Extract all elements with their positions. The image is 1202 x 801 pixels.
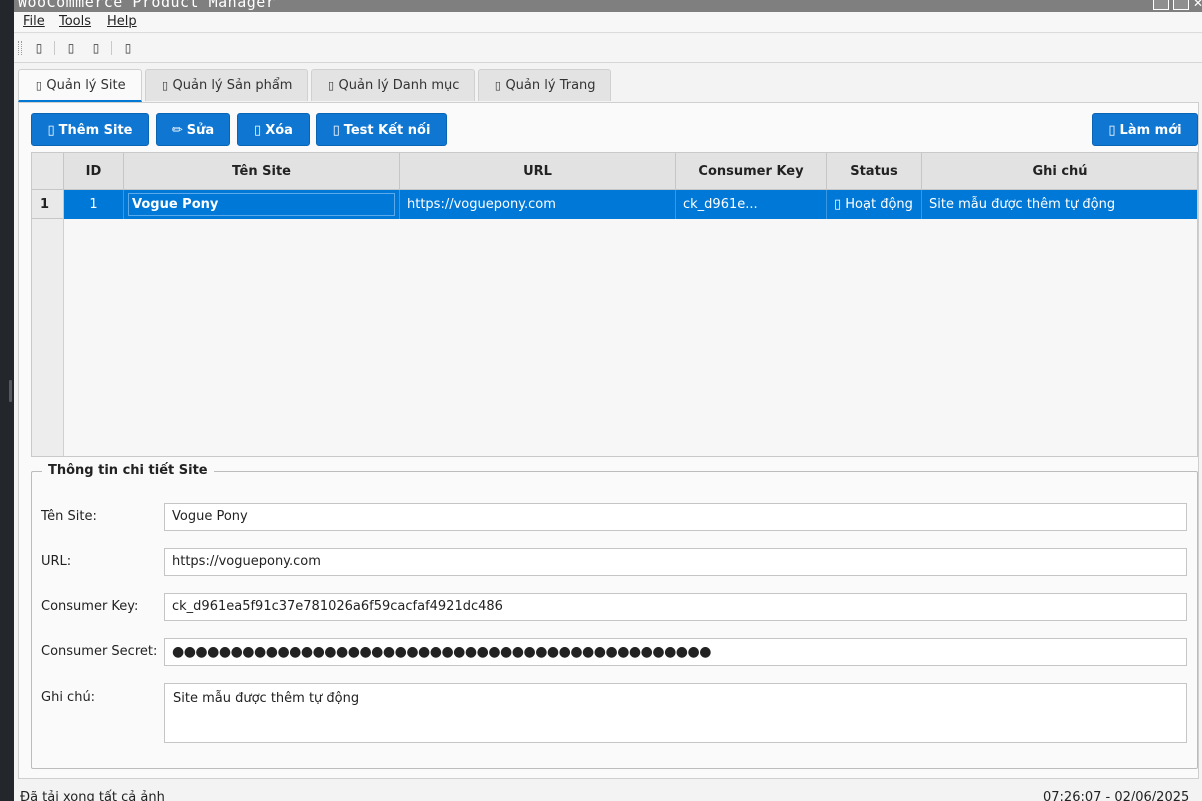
tab-label: Quản lý Trang xyxy=(505,78,596,93)
test-connection-button[interactable]: ▯ Test Kết nối xyxy=(316,113,447,146)
site-management-panel: ▯ Thêm Site ✏ Sửa ▯ Xóa ▯ Test Kết nối ▯ Làm … xyxy=(18,102,1199,779)
consumer-secret-field[interactable]: ●●●●●●●●●●●●●●●●●●●●●●●●●●●●●●●●●●●●●●●●… xyxy=(164,638,1187,666)
pencil-icon: ✏ xyxy=(171,123,183,138)
save-icon[interactable]: ▯ xyxy=(88,39,104,57)
toolbar-separator xyxy=(111,41,112,55)
settings-icon[interactable]: ▯ xyxy=(120,39,136,57)
cell-url[interactable]: https://voguepony.com xyxy=(400,190,676,219)
row-header[interactable]: 1 xyxy=(32,190,64,219)
add-icon: ▯ xyxy=(47,123,55,138)
add-site-button[interactable]: ▯ Thêm Site xyxy=(31,113,149,146)
consumer-key-label: Consumer Key: xyxy=(41,599,139,614)
menu-help-label: Help xyxy=(107,14,137,29)
column-header-status[interactable]: Status xyxy=(827,153,924,190)
new-icon[interactable]: ▯ xyxy=(31,39,47,57)
cell-name-text: Vogue Pony xyxy=(128,193,395,216)
note-label: Ghi chú: xyxy=(41,690,96,705)
tab-label: Quản lý Sản phẩm xyxy=(172,78,293,93)
edit-label: Sửa xyxy=(186,123,215,138)
trash-icon: ▯ xyxy=(254,123,262,138)
url-label: URL: xyxy=(41,554,72,569)
consumer-key-field[interactable]: ck_d961ea5f91c37e781026a6f59cacfaf4921dc… xyxy=(164,593,1187,621)
app-window: WooCommerce Product Manager ✕ File Tools… xyxy=(14,0,1202,801)
menu-help[interactable]: Help xyxy=(107,14,137,29)
tab-site-management[interactable]: ▯ Quản lý Site xyxy=(18,69,142,102)
tab-bar: ▯ Quản lý Site ▯ Quản lý Sản phẩm ▯ Quản lý… xyxy=(18,69,1198,103)
cell-status[interactable]: ▯ Hoạt động xyxy=(827,190,922,219)
refresh-icon: ▯ xyxy=(1108,123,1116,138)
tab-category-management[interactable]: ▯ Quản lý Danh mục xyxy=(311,69,475,101)
add-site-label: Thêm Site xyxy=(58,123,133,138)
site-name-field[interactable]: Vogue Pony xyxy=(164,503,1187,531)
title-bar: WooCommerce Product Manager ✕ xyxy=(14,0,1202,12)
maximize-button[interactable] xyxy=(1173,0,1189,10)
refresh-label: Làm mới xyxy=(1119,123,1182,138)
open-icon[interactable]: ▯ xyxy=(63,39,79,57)
column-header-id[interactable]: ID xyxy=(64,153,126,190)
consumer-secret-label: Consumer Secret: xyxy=(41,644,158,659)
column-header-consumer-key[interactable]: Consumer Key xyxy=(676,153,829,190)
delete-label: Xóa xyxy=(265,123,293,138)
table-corner[interactable] xyxy=(32,153,64,190)
toolbar: ▯ ▯ ▯ ▯ xyxy=(14,34,1202,63)
status-message: Đã tải xong tất cả ảnh xyxy=(20,790,165,801)
sites-table[interactable]: ID Tên Site URL Consumer Key Status Ghi … xyxy=(31,152,1198,457)
delete-button[interactable]: ▯ Xóa xyxy=(237,113,310,146)
product-tab-icon: ▯ xyxy=(161,79,169,92)
desktop-left-edge xyxy=(0,0,14,801)
site-details-group: Thông tin chi tiết Site Tên Site: Vogue … xyxy=(31,463,1198,769)
plug-icon: ▯ xyxy=(332,123,340,138)
tab-label: Quản lý Danh mục xyxy=(338,78,460,93)
cell-name[interactable]: Vogue Pony xyxy=(124,190,400,219)
column-header-name[interactable]: Tên Site xyxy=(124,153,402,190)
minimize-button[interactable] xyxy=(1153,0,1169,10)
refresh-button[interactable]: ▯ Làm mới xyxy=(1092,113,1198,146)
tab-label: Quản lý Site xyxy=(46,78,126,93)
toolbar-separator xyxy=(54,41,55,55)
category-tab-icon: ▯ xyxy=(328,79,335,92)
edit-button[interactable]: ✏ Sửa xyxy=(156,113,230,146)
site-name-label: Tên Site: xyxy=(41,509,97,524)
menu-file[interactable]: File xyxy=(23,14,45,29)
site-tab-icon: ▯ xyxy=(35,79,42,92)
menu-tools[interactable]: Tools xyxy=(59,14,91,29)
details-legend: Thông tin chi tiết Site xyxy=(42,463,214,478)
toolbar-handle[interactable] xyxy=(18,41,22,55)
close-button[interactable]: ✕ xyxy=(1193,0,1202,10)
resize-grip[interactable] xyxy=(9,380,12,402)
test-connection-label: Test Kết nối xyxy=(343,123,431,138)
url-field[interactable]: https://voguepony.com xyxy=(164,548,1187,576)
menu-tools-label: Tools xyxy=(59,14,92,29)
column-header-url[interactable]: URL xyxy=(400,153,678,190)
window-title: WooCommerce Product Manager xyxy=(18,0,276,11)
menu-bar: File Tools Help xyxy=(14,12,1202,33)
cell-id[interactable]: 1 xyxy=(64,190,124,219)
menu-file-label: File xyxy=(23,14,45,29)
cell-consumer-key[interactable]: ck_d961e... xyxy=(676,190,827,219)
status-bar: Đã tải xong tất cả ảnh 07:26:07 - 02/06/… xyxy=(14,782,1202,801)
note-textarea[interactable]: Site mẫu được thêm tự động xyxy=(164,683,1187,743)
tab-product-management[interactable]: ▯ Quản lý Sản phẩm xyxy=(145,69,308,101)
cell-note[interactable]: Site mẫu được thêm tự động xyxy=(922,190,1197,219)
row-header-column xyxy=(32,190,64,456)
tab-page-management[interactable]: ▯ Quản lý Trang xyxy=(478,69,611,101)
status-datetime: 07:26:07 - 02/06/2025 xyxy=(1043,790,1190,801)
page-tab-icon: ▯ xyxy=(494,79,501,92)
column-header-note[interactable]: Ghi chú xyxy=(922,153,1197,190)
